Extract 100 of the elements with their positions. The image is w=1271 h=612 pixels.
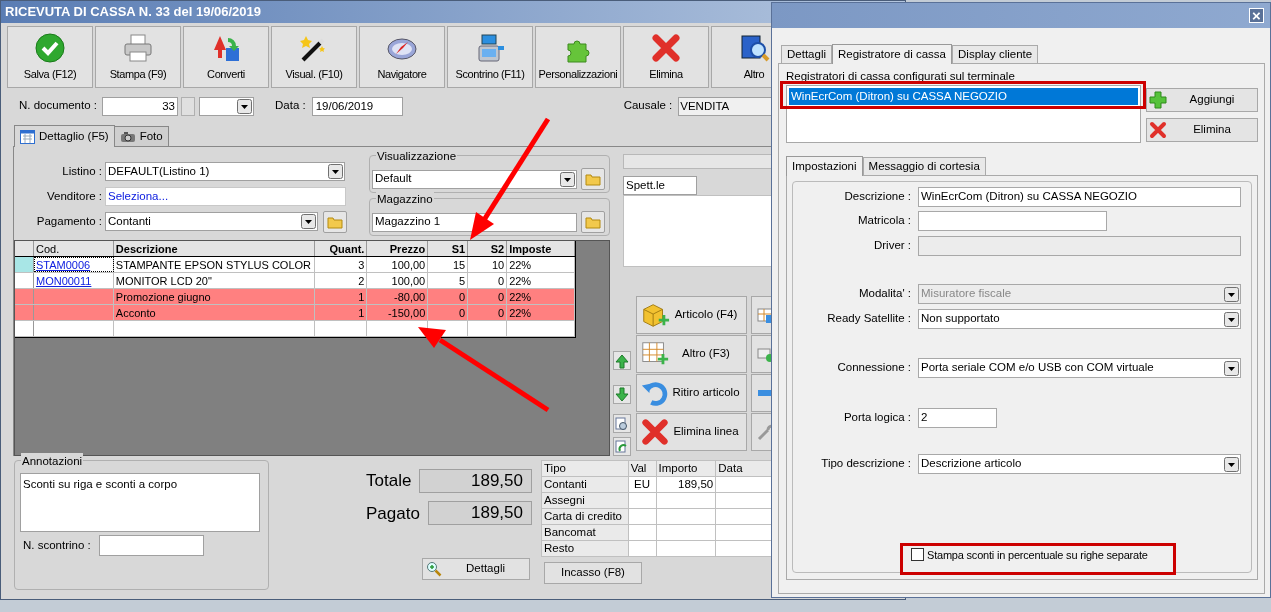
table-cell: -150,00: [367, 304, 429, 320]
table-cell: EU: [628, 477, 657, 493]
folder-button[interactable]: [323, 210, 347, 233]
toolbar-button[interactable]: Visual. (F10): [271, 26, 357, 88]
table-cell: 15: [428, 256, 469, 272]
tab[interactable]: Display cliente: [952, 45, 1039, 63]
total-value: 189,50: [419, 468, 532, 493]
caret-icon: [301, 214, 316, 229]
column-header: Val: [628, 461, 657, 477]
x-icon: [1149, 121, 1167, 139]
input-field[interactable]: Spett.le: [623, 175, 697, 195]
dropdown[interactable]: Non supportato: [918, 309, 1241, 329]
toolbar-button[interactable]: Converti: [183, 26, 269, 88]
table-cell: 10: [468, 256, 508, 272]
move-button[interactable]: [613, 437, 631, 456]
dropdown[interactable]: [199, 96, 254, 116]
dropdown[interactable]: DEFAULT(Listino 1): [105, 162, 345, 181]
total-label: Pagato: [366, 502, 420, 525]
table-cell: [628, 493, 657, 509]
input-field[interactable]: [98, 535, 204, 556]
folder-icon: [327, 214, 343, 229]
move-button[interactable]: [613, 414, 631, 433]
action-button[interactable]: Elimina linea: [636, 413, 747, 451]
calendar-icon: [20, 129, 35, 144]
column-header: S1: [428, 240, 469, 256]
table-cell: 22%: [507, 304, 575, 320]
tab[interactable]: Dettagli: [781, 45, 832, 63]
folder-button[interactable]: [581, 168, 605, 190]
incasso-button[interactable]: Incasso (F8): [544, 562, 642, 584]
caret-icon: [1224, 311, 1239, 327]
table-cell: [628, 525, 657, 541]
list-item[interactable]: WinEcrCom (Ditron) su CASSA NEGOZIO: [789, 88, 1138, 105]
column-header: Prezzo: [367, 240, 429, 256]
table-cell: Assegni: [542, 493, 629, 509]
move-button[interactable]: [613, 385, 631, 404]
toolbar-button[interactable]: Personalizzazioni: [535, 26, 621, 88]
check-icon: [34, 32, 66, 64]
plus-icon: [1149, 91, 1167, 109]
folder-icon: [585, 172, 601, 186]
field-label: Porta logica :: [842, 410, 911, 426]
column-header: S2: [468, 240, 508, 256]
window-title: RICEVUTA DI CASSA N. 33 del 19/06/2019: [5, 3, 261, 22]
total-value: 189,50: [427, 501, 532, 526]
toolbar-button[interactable]: Stampa (F9): [95, 26, 181, 88]
column-header: Cod.: [33, 240, 114, 256]
table-cell: 100,00: [367, 256, 429, 272]
table-cell: [628, 509, 657, 525]
table-cell: Acconto: [113, 304, 316, 320]
table-cell: 100,00: [367, 272, 429, 288]
toolbar-button[interactable]: Navigatore: [359, 26, 445, 88]
toolbar-button[interactable]: Scontrino (F11): [447, 26, 533, 88]
move-button[interactable]: [613, 351, 631, 370]
toolbar-button[interactable]: Salva (F12): [7, 26, 93, 88]
close-button[interactable]: ×: [1249, 8, 1264, 23]
input-field[interactable]: 2: [918, 408, 997, 428]
column-header: Tipo: [542, 461, 629, 477]
checkbox[interactable]: [911, 548, 924, 562]
dropdown[interactable]: Default: [372, 169, 577, 189]
dialog-button[interactable]: Elimina: [1146, 118, 1258, 142]
input-field[interactable]: WinEcrCom (Ditron) su CASSA NEGOZIO: [918, 187, 1241, 207]
register-list[interactable]: WinEcrCom (Ditron) su CASSA NEGOZIO: [786, 85, 1141, 143]
action-button[interactable]: Articolo (F4): [636, 296, 747, 334]
input-field[interactable]: Magazzino 1: [372, 212, 577, 232]
column-header: Descrizione: [113, 240, 316, 256]
dialog-button[interactable]: Aggiungi: [1146, 88, 1258, 112]
tab[interactable]: Foto: [114, 126, 169, 146]
details-button[interactable]: Dettagli: [422, 558, 530, 580]
date-field[interactable]: 19/06/2019: [311, 96, 403, 116]
field-label: N. scontrino :: [23, 537, 91, 553]
table-cell: 22%: [507, 272, 575, 288]
field-label: Modalita' :: [857, 286, 911, 302]
input-field[interactable]: [918, 211, 1107, 231]
folder-button[interactable]: [581, 211, 605, 233]
down-arrow-icon: [614, 386, 630, 403]
action-button[interactable]: Altro (F3): [636, 335, 747, 373]
table-cell: STAMPANTE EPSON STYLUS COLOR: [113, 256, 316, 272]
table-cell: 2: [315, 272, 368, 288]
select-field[interactable]: Seleziona...: [105, 187, 346, 206]
column-header: Quant.: [315, 240, 368, 256]
tab[interactable]: Dettaglio (F5): [14, 125, 115, 147]
notes-field[interactable]: Sconti su riga e sconti a corpo: [20, 473, 260, 532]
input-field[interactable]: 33: [102, 96, 178, 116]
table-cell: 1: [315, 288, 368, 304]
code-link[interactable]: MON00011: [35, 274, 92, 287]
tab[interactable]: Impostazioni: [786, 156, 863, 176]
dropdown[interactable]: Porta seriale COM e/o USB con COM virtuale: [918, 358, 1241, 378]
tab[interactable]: Registratore di cassa: [832, 44, 953, 64]
table-cell: 3: [315, 256, 368, 272]
table-cell: 1: [315, 304, 368, 320]
dropdown[interactable]: Descrizione articolo: [918, 454, 1241, 474]
input-field[interactable]: [181, 96, 195, 116]
toolbar-button[interactable]: Elimina: [623, 26, 709, 88]
action-button[interactable]: Ritiro articolo: [636, 374, 747, 412]
table-cell: 22%: [507, 256, 575, 272]
field-label: Matricola :: [856, 213, 911, 229]
dropdown[interactable]: Contanti: [105, 212, 318, 231]
caret-icon: [1224, 286, 1239, 302]
tab[interactable]: Messaggio di cortesia: [862, 157, 986, 175]
field-label: Descrizione :: [843, 189, 911, 205]
code-link[interactable]: STAM0006: [35, 258, 91, 271]
